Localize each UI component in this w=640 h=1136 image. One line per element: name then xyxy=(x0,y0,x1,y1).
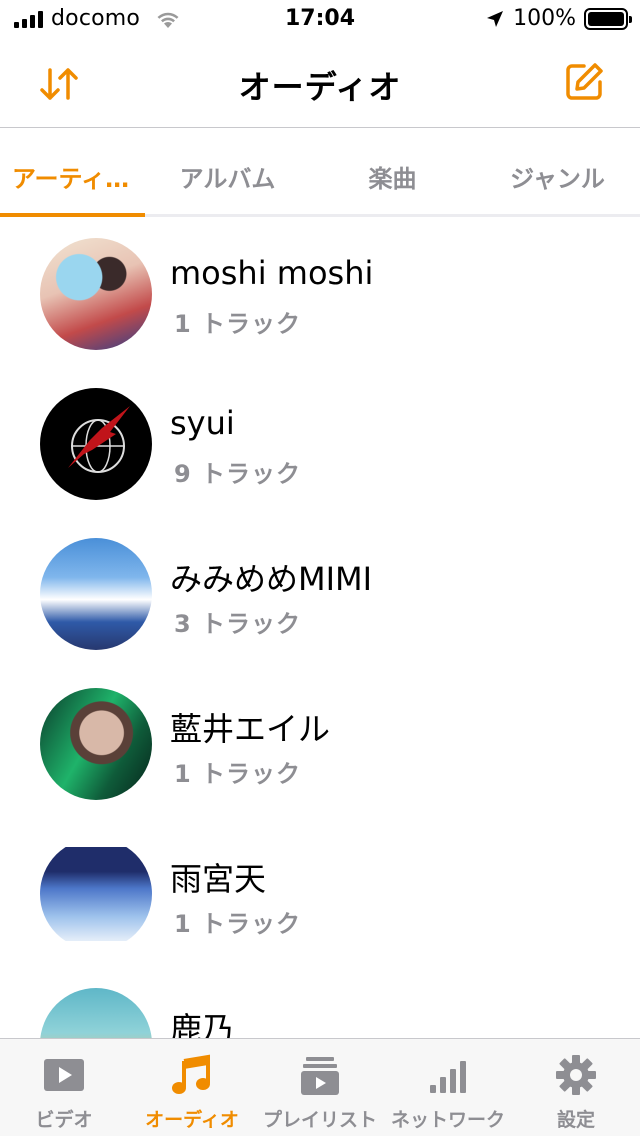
tab-songs[interactable]: 楽曲 xyxy=(310,129,475,214)
artist-artwork xyxy=(40,688,152,800)
tab-bar-label: プレイリスト xyxy=(262,1109,377,1131)
track-count: 1 トラック xyxy=(174,310,302,338)
tab-bar-video[interactable]: ビデオ xyxy=(0,1039,128,1136)
artist-name: moshi moshi xyxy=(170,254,374,292)
list-item[interactable]: みみめめMIMI 3 トラック xyxy=(0,520,640,670)
playlist-icon xyxy=(301,1057,339,1095)
artist-name: みみめめMIMI xyxy=(170,560,373,598)
globe-bird-artwork xyxy=(68,406,130,473)
artist-name: 鹿乃 xyxy=(170,1010,235,1038)
tab-bar-playlist[interactable]: プレイリスト xyxy=(256,1039,384,1136)
artist-artwork xyxy=(40,388,152,500)
status-right: 100% xyxy=(485,6,632,31)
tab-artists[interactable]: アーティ… xyxy=(0,129,145,217)
tab-bar-label: ネットワーク xyxy=(390,1109,505,1131)
tab-albums[interactable]: アルバム xyxy=(145,129,310,214)
list-item[interactable]: 鹿乃 xyxy=(0,970,640,1038)
video-icon xyxy=(44,1059,84,1091)
artist-name: 雨宮天 xyxy=(170,860,267,898)
artist-artwork xyxy=(40,538,152,650)
edit-button[interactable] xyxy=(562,60,606,104)
list-item[interactable]: syui 9 トラック xyxy=(0,370,640,520)
track-count: 3 トラック xyxy=(174,610,302,638)
track-count: 1 トラック xyxy=(174,760,302,788)
music-note-icon xyxy=(172,1054,210,1094)
page-title: オーディオ xyxy=(238,68,402,106)
artist-list: moshi moshi 1 トラック syui 9 トラック みみめめMIMI … xyxy=(0,220,640,1038)
battery-percent: 100% xyxy=(513,6,576,31)
location-arrow-icon xyxy=(487,10,504,27)
gear-icon xyxy=(556,1055,596,1095)
artist-artwork xyxy=(40,238,152,350)
status-bar: docomo 17:04 100% xyxy=(0,0,640,40)
tab-bar-label: ビデオ xyxy=(35,1109,93,1131)
list-item[interactable]: 藍井エイル 1 トラック xyxy=(0,670,640,820)
track-count: 9 トラック xyxy=(174,460,302,488)
tab-bar-network[interactable]: ネットワーク xyxy=(384,1039,512,1136)
tab-bar-label: 設定 xyxy=(556,1109,595,1131)
navigation-bar: オーディオ xyxy=(0,40,640,128)
tab-bar-label: オーディオ xyxy=(145,1109,239,1131)
artist-name: syui xyxy=(170,404,235,442)
tab-bar-audio[interactable]: オーディオ xyxy=(128,1039,256,1136)
category-tabs: アーティ… アルバム 楽曲 ジャンル xyxy=(0,129,640,217)
bottom-tab-bar: ビデオ オーディオ プレイリスト ネットワーク 設定 xyxy=(0,1038,640,1136)
artist-artwork xyxy=(40,838,152,950)
list-item[interactable]: 雨宮天 1 トラック xyxy=(0,820,640,970)
track-count: 1 トラック xyxy=(174,910,302,938)
battery-icon xyxy=(584,7,632,30)
artist-name: 藍井エイル xyxy=(170,710,331,748)
list-item[interactable]: moshi moshi 1 トラック xyxy=(0,220,640,370)
artist-artwork xyxy=(40,988,152,1038)
tab-genres[interactable]: ジャンル xyxy=(475,129,640,214)
network-bars-icon xyxy=(430,1061,466,1093)
tab-bar-settings[interactable]: 設定 xyxy=(512,1039,640,1136)
